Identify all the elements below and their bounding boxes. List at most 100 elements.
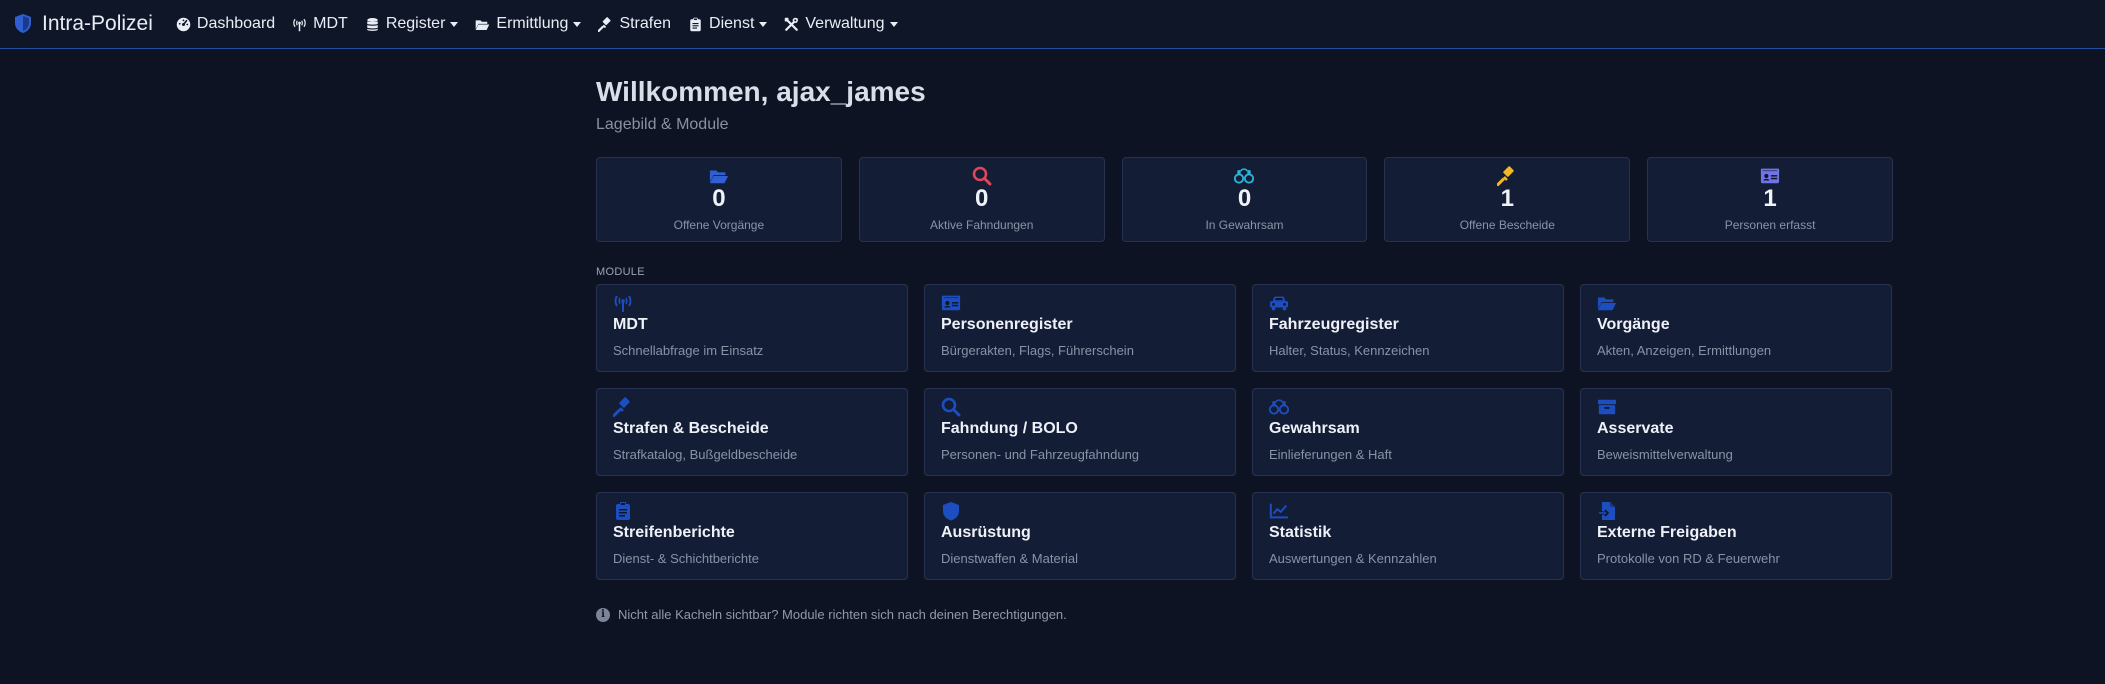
stat-label: Personen erfasst: [1724, 218, 1816, 232]
module-card-fahrzeugregister[interactable]: Fahrzeugregister Halter, Status, Kennzeic…: [1252, 284, 1564, 372]
database-icon: [364, 16, 381, 33]
nav-item-label: Strafen: [619, 15, 672, 32]
stats-row: 0 Offene Vorgänge 0 Aktive Fahndungen 0 In Ge…: [596, 157, 1893, 242]
module-description: Dienstwaffen & Material: [941, 551, 1079, 566]
id-card-icon: [1759, 166, 1781, 186]
module-title: Externe Freigaben: [1597, 524, 1737, 541]
brand[interactable]: Intra-Polizei: [14, 12, 153, 36]
page-subtitle: Lagebild & Module: [596, 116, 729, 133]
tools-icon: [783, 16, 800, 33]
id-card-icon: [941, 293, 963, 313]
stat-label: Offene Vorgänge: [673, 218, 765, 232]
antenna-icon: [291, 16, 308, 33]
module-description: Beweismittelverwaltung: [1597, 447, 1733, 462]
module-description: Akten, Anzeigen, Ermittlungen: [1597, 343, 1772, 358]
stat-card: 0 In Gewahrsam: [1121, 157, 1368, 242]
stat-value: 0: [1237, 185, 1252, 212]
module-card-strafen-bescheide[interactable]: Strafen & Bescheide Strafkatalog, Bußgeld…: [596, 388, 908, 476]
module-description: Einlieferungen & Haft: [1269, 447, 1392, 462]
stat-label: In Gewahrsam: [1205, 218, 1284, 232]
info-icon: i: [596, 607, 610, 622]
gavel-icon: [613, 397, 635, 417]
nav-item-register[interactable]: Register: [364, 15, 459, 33]
stat-value: 1: [1500, 185, 1514, 212]
gauge-icon: [175, 16, 192, 33]
module-description: Halter, Status, Kennzeichen: [1269, 343, 1430, 358]
modules-grid: MDT Schnellabfrage im Einsatz Personenregi…: [596, 284, 1893, 580]
modules-section-label: MODULE: [596, 266, 645, 278]
nav-item-label: MDT: [313, 15, 348, 32]
module-title: MDT: [613, 316, 648, 333]
nav-item-mdt[interactable]: MDT: [291, 15, 348, 33]
module-card-gewahrsam[interactable]: Gewahrsam Einlieferungen & Haft: [1252, 388, 1564, 476]
antenna-icon: [613, 293, 635, 313]
module-title: Strafen & Bescheide: [613, 420, 769, 437]
module-card-streifenberichte[interactable]: Streifenberichte Dienst- & Schichtbericht…: [596, 492, 908, 580]
module-title: Personenregister: [941, 316, 1073, 333]
brand-name: Intra-Polizei: [42, 12, 153, 35]
gavel-icon: [1496, 166, 1518, 186]
file-import-icon: [1597, 501, 1619, 521]
module-card-statistik[interactable]: Statistik Auswertungen & Kennzahlen: [1252, 492, 1564, 580]
page-title: Willkommen, ajax_james: [596, 76, 926, 107]
nav-item-dienst[interactable]: Dienst: [687, 15, 768, 33]
caret-down-icon: [889, 21, 898, 27]
module-card-asservate[interactable]: Asservate Beweismittelverwaltung: [1580, 388, 1892, 476]
module-title: Asservate: [1597, 420, 1674, 437]
nav-item-strafen[interactable]: Strafen: [597, 15, 671, 33]
nav-item-label: Register: [385, 15, 446, 32]
car-icon: [1269, 293, 1291, 313]
clipboard-icon: [613, 501, 635, 521]
module-title: Vorgänge: [1597, 316, 1670, 333]
search-icon: [971, 166, 993, 186]
stat-card: 0 Offene Vorgänge: [596, 157, 842, 242]
module-title: Streifenberichte: [613, 524, 735, 541]
handcuffs-icon: [1233, 166, 1255, 186]
nav-item-label: Dashboard: [196, 15, 276, 32]
handcuffs-icon: [1269, 397, 1291, 417]
nav-item-verwaltung[interactable]: Verwaltung: [783, 15, 898, 33]
gavel-icon: [597, 16, 614, 33]
module-card-ausrüstung[interactable]: Ausrüstung Dienstwaffen & Material: [924, 492, 1236, 580]
folder-open-icon: [474, 16, 491, 33]
module-title: Fahndung / BOLO: [941, 420, 1078, 437]
search-icon: [941, 397, 963, 417]
clipboard-icon: [687, 16, 704, 33]
stat-value: 0: [975, 185, 989, 212]
folder-open-icon: [1597, 293, 1619, 313]
module-card-fahndung-bolo[interactable]: Fahndung / BOLO Personen- und Fahrzeugfah…: [924, 388, 1236, 476]
stat-card: 1 Offene Bescheide: [1384, 157, 1631, 242]
nav-item-label: Ermittlung: [496, 15, 569, 32]
module-description: Schnellabfrage im Einsatz: [613, 343, 764, 358]
nav-item-label: Verwaltung: [805, 15, 885, 32]
stat-label: Offene Bescheide: [1459, 218, 1555, 232]
shield-icon: [941, 501, 963, 521]
nav-item-label: Dienst: [709, 15, 755, 32]
module-title: Fahrzeugregister: [1269, 316, 1399, 333]
stat-card: 1 Personen erfasst: [1647, 157, 1893, 242]
module-title: Gewahrsam: [1269, 420, 1360, 437]
module-card-personenregister[interactable]: Personenregister Bürgerakten, Flags, Führ…: [924, 284, 1236, 372]
stat-value: 0: [712, 185, 726, 212]
module-card-externe-freigaben[interactable]: Externe Freigaben Protokolle von RD & Feu…: [1580, 492, 1892, 580]
module-description: Auswertungen & Kennzahlen: [1269, 551, 1437, 566]
footer-note-text: Nicht alle Kacheln sichtbar? Module rich…: [618, 607, 1067, 622]
module-card-mdt[interactable]: MDT Schnellabfrage im Einsatz: [596, 284, 908, 372]
folder-open-icon: [708, 166, 730, 186]
stat-card: 0 Aktive Fahndungen: [858, 157, 1105, 242]
module-description: Bürgerakten, Flags, Führerschein: [941, 343, 1134, 358]
stat-label: Aktive Fahndungen: [929, 218, 1034, 232]
caret-down-icon: [759, 21, 768, 27]
archive-box-icon: [1597, 397, 1619, 417]
caret-down-icon: [450, 21, 459, 27]
nav-item-ermittlung[interactable]: Ermittlung: [474, 15, 582, 33]
nav-item-dashboard[interactable]: Dashboard: [175, 15, 275, 33]
shield-icon: [14, 13, 34, 35]
module-card-vorgänge[interactable]: Vorgänge Akten, Anzeigen, Ermittlungen: [1580, 284, 1892, 372]
module-description: Dienst- & Schichtberichte: [613, 551, 759, 566]
top-navbar: Intra-Polizei Dashboard MDT Register Ermitt…: [0, 0, 2105, 49]
module-description: Personen- und Fahrzeugfahndung: [941, 447, 1140, 462]
module-title: Ausrüstung: [941, 524, 1031, 541]
chart-line-icon: [1269, 501, 1291, 521]
caret-down-icon: [573, 21, 582, 27]
